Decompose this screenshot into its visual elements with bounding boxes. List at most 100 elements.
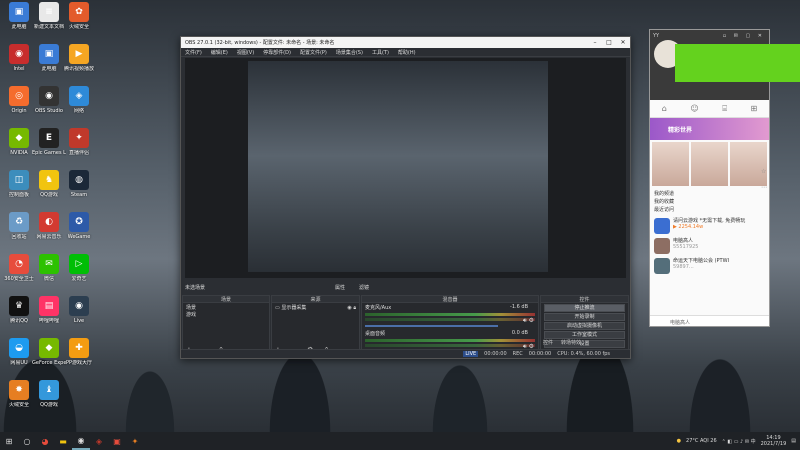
menu-file[interactable]: 文件(F) [185,49,202,56]
app-icon[interactable]: ✦ [126,432,144,450]
app-tag-icon: YY [653,33,660,39]
stream-thumbnail[interactable] [652,142,689,186]
obs-title: OBS 27.0.1 (32-bit, windows) - 配置文件: 未命名… [185,40,335,46]
star-icon[interactable]: ☆ [761,168,767,175]
source-item[interactable]: ▭ 显示器采集 ◉ 🔒︎ [275,305,356,312]
feed-item[interactable]: 请问云游戏 *无需下载, 免费畅玩 ▶ 2254.14w [650,216,769,236]
menu-docks[interactable]: 停靠部件(D) [263,49,291,56]
desktop-icon[interactable]: ▷ 爱奇艺 [62,254,96,282]
more-icon[interactable]: ⋯ [761,184,767,191]
desktop-icon[interactable]: ✦ 直播伴侣 [62,128,96,156]
notification-icon[interactable]: ▤ [791,438,796,444]
stop-streaming-button[interactable]: 停止推流 [544,304,625,312]
maximize-icon[interactable]: □ [602,39,616,46]
menu-view[interactable]: 视图(V) [237,49,254,56]
desktop-icon[interactable]: ♻ 回收站 [2,212,36,240]
desktop-icon[interactable]: ◉ Live [62,296,96,324]
tray-icons[interactable]: ⌃ ◧ ▭ ♪ ✉ 中 [722,438,756,445]
desktop-icon[interactable]: ♝ QQ游戏 [32,380,66,408]
studio-mode-button[interactable]: 工作室模式 [544,331,625,339]
section-recent[interactable]: 最近访问 [654,206,765,214]
stream-thumbnail[interactable] [691,142,728,186]
menu-tools[interactable]: 工具(T) [372,49,389,56]
clock[interactable]: 14:19 2021/7/19 [761,435,787,447]
desktop-icon[interactable]: E Epic Games Launcher [32,128,66,156]
app-icon: ◆ [39,338,59,358]
scene-label-bar: 未选场景 属性 滤镜 [185,282,369,292]
promo-banner[interactable]: 精彩世界 [650,118,769,140]
obs-icon[interactable]: ◉ [72,432,90,450]
start-recording-button[interactable]: 开始录制 [544,313,625,321]
desktop-icon-label: WeGame [67,234,91,240]
properties-button[interactable]: 属性 [335,284,345,291]
close-icon[interactable]: ✕ [616,39,630,46]
panel-sections: 我的频道 我的收藏 最近访问 [650,188,769,216]
desktop-icon[interactable]: ◔ 360安全卫士 [2,254,36,282]
home-icon[interactable]: ⌂ [662,104,667,113]
weather-text[interactable]: 27°C AQI 26 [686,438,717,444]
desktop-icon[interactable]: ▣ 此电脑 [2,2,36,30]
tab-controls[interactable]: 控件 [543,339,553,346]
user-icon[interactable]: ☺ [690,104,698,113]
app-icon: ♻ [9,212,29,232]
chrome-icon[interactable]: ◕ [36,432,54,450]
desktop-icon[interactable]: ◒ 网易UU [2,338,36,366]
desktop-icon[interactable]: ✿ 火绒安全 [62,2,96,30]
desktop-icon[interactable]: ▣ 此电脑 [32,44,66,72]
tab-transitions[interactable]: 转场特效 [561,339,581,346]
desktop-icon[interactable]: ✸ 火绒安全 [2,380,36,408]
app-icon[interactable]: ▣ [108,432,126,450]
desktop-icon[interactable]: ◆ NVIDIA [2,128,36,156]
feed-item[interactable]: 电脑高人 55517925 [650,236,769,256]
desktop-icon[interactable]: ◉ OBS Studio [32,86,66,114]
virtual-camera-button[interactable]: 启动虚拟摄像机 [544,322,625,330]
grid-icon[interactable]: ⊞ [751,104,758,113]
scene-item[interactable]: 场景 [186,305,266,312]
desktop-icon[interactable]: ♞ QQ游戏 [32,170,66,198]
desktop-icon[interactable]: ◫ 控制面板 [2,170,36,198]
desktop-icon[interactable]: ♛ 腾讯QQ [2,296,36,324]
chat-input[interactable]: 电脑高人 [650,315,769,326]
menu-scene-collection[interactable]: 场景集合(S) [336,49,363,56]
search-icon[interactable]: ○ [18,432,36,450]
desktop-icon[interactable]: ▤ 哔哩哔哩 [32,296,66,324]
desktop-icon[interactable]: ◈ 网络 [62,86,96,114]
visibility-icon[interactable]: ◉ 🔒︎ [347,305,356,312]
obs-preview[interactable] [185,58,626,278]
desktop-icon-label: Epic Games Launcher [32,150,66,156]
desktop-icon[interactable]: ✉ 微信 [32,254,66,282]
desktop-icon[interactable]: ◍ Steam [62,170,96,198]
desktop-icon[interactable]: ◐ 网易云音乐 [32,212,66,240]
obs-titlebar[interactable]: OBS 27.0.1 (32-bit, windows) - 配置文件: 未命名… [181,37,630,48]
menu-profile[interactable]: 配置文件(P) [300,49,327,56]
desktop-icon[interactable]: ◆ GeForce Experience [32,338,66,366]
speaker-and-gear-icon[interactable]: 🔊︎ ⚙ [523,317,534,325]
menu-help[interactable]: 帮助(H) [398,49,416,56]
feed-item[interactable]: 命运天下电脑公会 (PTWI 59897... [650,256,769,276]
desktop-icon-label: 腾讯视频播放 [63,66,94,72]
desktop-icon[interactable]: ◉ Intel [2,44,36,72]
desktop-icon[interactable]: ◎ Origin [2,86,36,114]
filters-button[interactable]: 滤镜 [359,284,369,291]
desktop-icon[interactable]: ✚ PP游戏大厅 [62,338,96,366]
rec-time: 00:00:00 [528,351,552,357]
section-follow[interactable]: 我的频道 [654,190,765,198]
desktop-icon[interactable]: ▶ 腾讯视频播放 [62,44,96,72]
app-icon: E [39,128,59,148]
scene-item[interactable]: 游戏 [186,312,266,319]
window-controls-icon[interactable]: ▫ ✉ ▢ ✕ [723,33,765,39]
app-icon[interactable]: ◈ [90,432,108,450]
explorer-icon[interactable]: ▬ [54,432,72,450]
windows-start-icon[interactable]: ⊞ [0,432,18,450]
current-scene-label: 未选场景 [185,284,206,291]
bag-icon[interactable]: ⌸ [722,104,727,114]
minimize-icon[interactable]: – [588,39,602,46]
section-favorites[interactable]: 我的收藏 [654,198,765,206]
desktop-icon[interactable]: ≡ 新建文本文档 [32,2,66,30]
volume-slider[interactable] [365,325,498,327]
system-tray: ● 27°C AQI 26 ⌃ ◧ ▭ ♪ ✉ 中 14:19 2021/7/1… [677,435,800,447]
weather-icon[interactable]: ● [677,438,681,444]
menu-edit[interactable]: 编辑(E) [211,49,228,56]
live-indicator: LIVE [463,351,479,357]
desktop-icon[interactable]: ✪ WeGame [62,212,96,240]
